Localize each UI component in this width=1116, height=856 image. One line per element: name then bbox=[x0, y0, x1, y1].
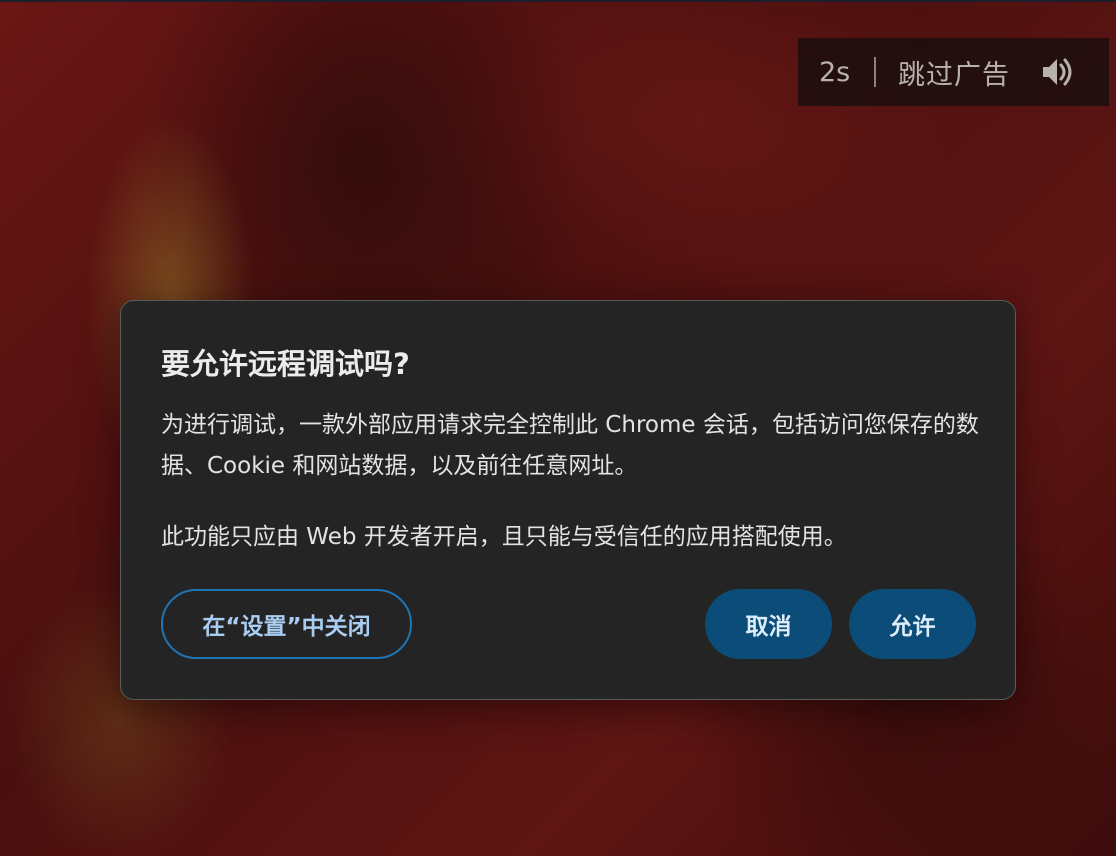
allow-button[interactable]: 允许 bbox=[849, 589, 976, 659]
speaker-icon[interactable] bbox=[1040, 54, 1076, 90]
dialog-title: 要允许远程调试吗? bbox=[161, 347, 410, 381]
dialog-description: 为进行调试，一款外部应用请求完全控制此 Chrome 会话，包括访问您保存的数据… bbox=[161, 412, 979, 479]
ad-overlay-bar: 2s 跳过广告 bbox=[798, 38, 1109, 106]
cancel-button[interactable]: 取消 bbox=[705, 589, 832, 659]
top-edge-divider bbox=[0, 0, 1116, 2]
skip-ad-button[interactable]: 跳过广告 bbox=[898, 53, 1010, 92]
close-in-settings-button[interactable]: 在“设置”中关闭 bbox=[161, 589, 412, 659]
ad-countdown: 2s bbox=[819, 56, 851, 88]
ad-divider bbox=[874, 57, 876, 87]
dialog-warning: 此功能只应由 Web 开发者开启，且只能与受信任的应用搭配使用。 bbox=[161, 524, 847, 550]
remote-debugging-dialog: 要允许远程调试吗? 为进行调试，一款外部应用请求完全控制此 Chrome 会话，… bbox=[120, 300, 1016, 700]
